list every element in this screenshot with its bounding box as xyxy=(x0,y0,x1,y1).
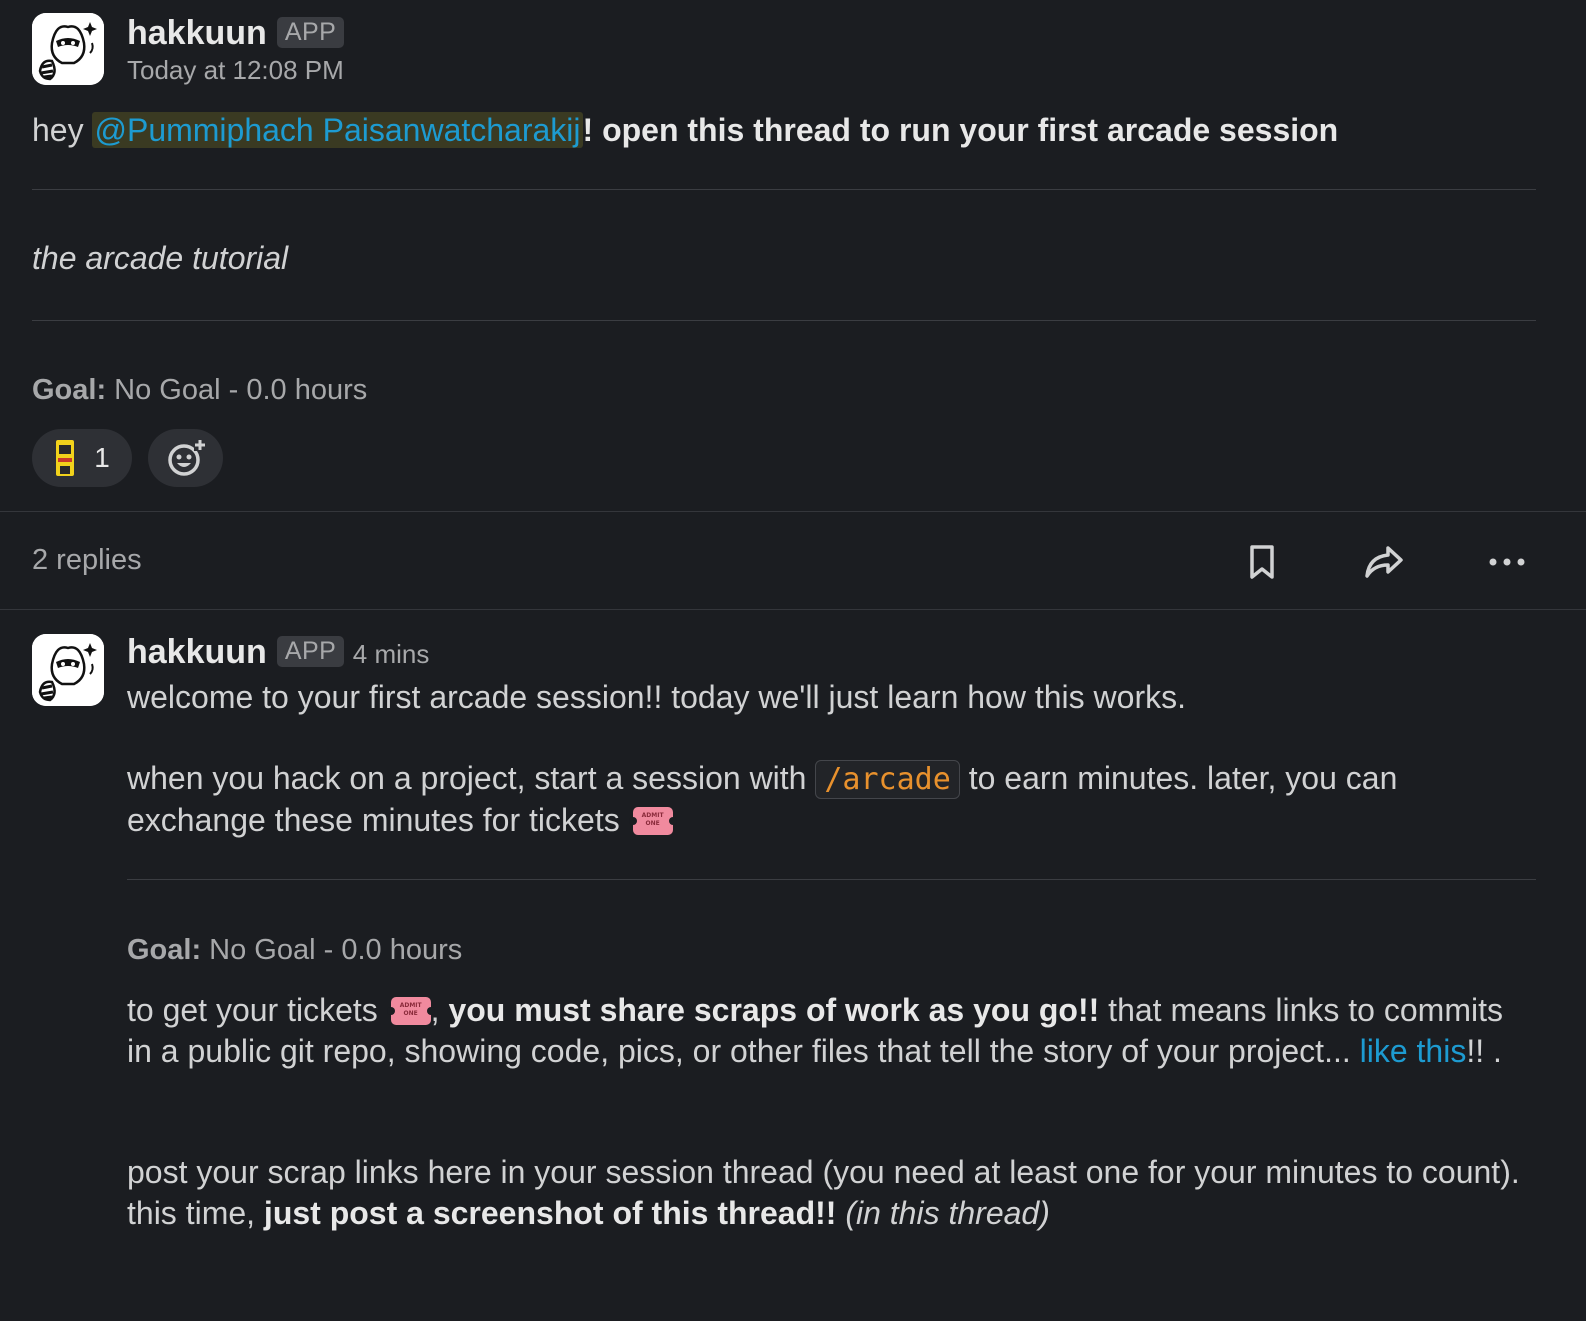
message-text: hey @Pummiphach Paisanwatcharakij! open … xyxy=(32,108,1338,152)
raccoon-avatar-icon xyxy=(32,634,104,706)
reply-timestamp[interactable]: 4 mins xyxy=(353,639,430,669)
author-name[interactable]: hakkuun xyxy=(127,633,267,671)
more-actions-button[interactable] xyxy=(1488,552,1526,572)
add-reaction-icon xyxy=(167,439,206,476)
goal-label: Goal: xyxy=(32,374,107,406)
bold-segment: you must share scraps of work as you go!… xyxy=(448,992,1100,1028)
arcade-cabinet-emoji-icon xyxy=(56,440,75,476)
share-button[interactable] xyxy=(1364,544,1404,580)
text-segment: when you hack on a project, start a sess… xyxy=(127,760,816,796)
reply-line-welcome: welcome to your first arcade session!! t… xyxy=(127,679,1186,715)
divider xyxy=(32,189,1536,190)
goal-line: Goal: No Goal - 0.0 hours xyxy=(127,934,462,967)
bookmark-icon xyxy=(1250,545,1274,579)
reply-paragraph-session: when you hack on a project, start a sess… xyxy=(127,758,1527,841)
replies-count[interactable]: 2 replies xyxy=(32,544,142,577)
ticket-emoji-text: ADMIT ONE xyxy=(399,1002,422,1017)
share-icon xyxy=(1365,546,1403,578)
goal-line: Goal: No Goal - 0.0 hours xyxy=(32,374,367,407)
like-this-link[interactable]: like this xyxy=(1360,1033,1467,1069)
divider xyxy=(127,879,1536,880)
arcade-command-code: /arcade xyxy=(815,760,960,799)
goal-value: No Goal - 0.0 hours xyxy=(106,374,368,406)
author-avatar[interactable] xyxy=(32,13,104,85)
greeting-text: hey xyxy=(32,112,93,148)
raccoon-avatar-icon xyxy=(32,13,104,85)
divider xyxy=(0,511,1586,512)
exclaim-text: ! xyxy=(582,112,594,148)
tutorial-title: the arcade tutorial xyxy=(32,240,289,276)
ticket-emoji-icon: ADMIT ONE xyxy=(628,807,677,835)
goal-label: Goal: xyxy=(127,934,202,966)
reaction-count: 1 xyxy=(94,442,110,473)
ticket-emoji-text: ADMIT ONE xyxy=(641,812,664,827)
user-mention[interactable]: @Pummiphach Paisanwatcharakij xyxy=(92,112,583,148)
reply-paragraph-tickets: to get your tickets ADMIT ONE, you must … xyxy=(127,990,1527,1072)
app-badge: APP xyxy=(276,17,345,48)
add-reaction-button[interactable] xyxy=(148,429,223,487)
divider xyxy=(0,609,1586,610)
bookmark-button[interactable] xyxy=(1246,544,1278,580)
bold-message: open this thread to run your first arcad… xyxy=(593,112,1339,148)
text-segment: to get your tickets xyxy=(127,992,387,1028)
italic-segment: (in this thread) xyxy=(836,1195,1050,1231)
reply-paragraph-scraps: post your scrap links here in your sessi… xyxy=(127,1152,1527,1234)
author-name[interactable]: hakkuun xyxy=(127,14,267,52)
more-icon xyxy=(1489,558,1525,566)
divider xyxy=(32,320,1536,321)
author-avatar[interactable] xyxy=(32,634,104,706)
goal-value: No Goal - 0.0 hours xyxy=(201,934,463,966)
ticket-emoji-icon: ADMIT ONE xyxy=(386,997,435,1025)
message-timestamp[interactable]: Today at 12:08 PM xyxy=(127,55,344,86)
reaction-arcade[interactable]: 1 xyxy=(32,429,132,487)
text-segment: !! . xyxy=(1466,1033,1502,1069)
app-badge: APP xyxy=(276,636,345,667)
bold-segment: just post a screenshot of this thread!! xyxy=(263,1195,837,1231)
